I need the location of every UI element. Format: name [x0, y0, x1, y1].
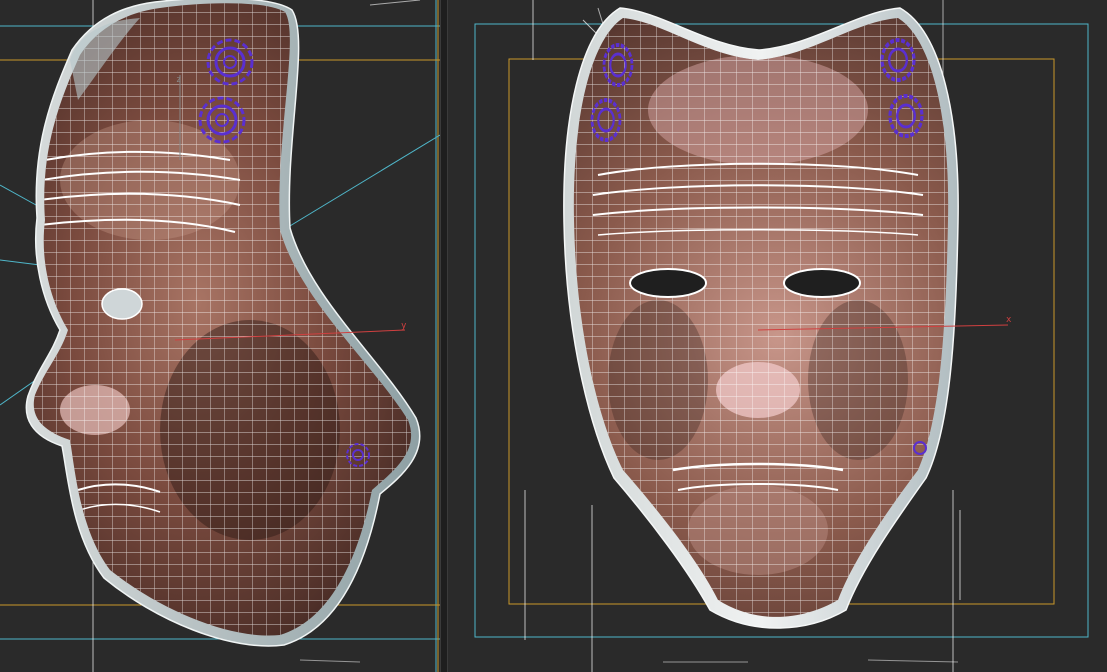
mask-face-front[interactable] — [448, 0, 1107, 672]
mask-face-side[interactable] — [0, 0, 440, 672]
viewport-left-canvas[interactable]: y z — [0, 0, 440, 672]
construction-line — [299, 659, 361, 663]
camera-line — [274, 134, 440, 236]
construction-line — [867, 659, 959, 663]
viewport-separator[interactable] — [440, 0, 448, 672]
viewport-left[interactable]: y z — [0, 0, 440, 672]
eye-hole-right — [783, 268, 861, 298]
viewport-right[interactable]: x — [448, 0, 1107, 672]
axis-x-label: x — [1006, 315, 1012, 325]
viewport-right-canvas[interactable]: x — [448, 0, 1107, 672]
camera-line — [0, 259, 41, 266]
eye-hole-left — [629, 268, 707, 298]
construction-line — [369, 0, 421, 6]
axis-z-label: z — [176, 75, 181, 85]
axis-y-label: y — [401, 321, 407, 331]
eye-hole-side — [101, 288, 143, 320]
